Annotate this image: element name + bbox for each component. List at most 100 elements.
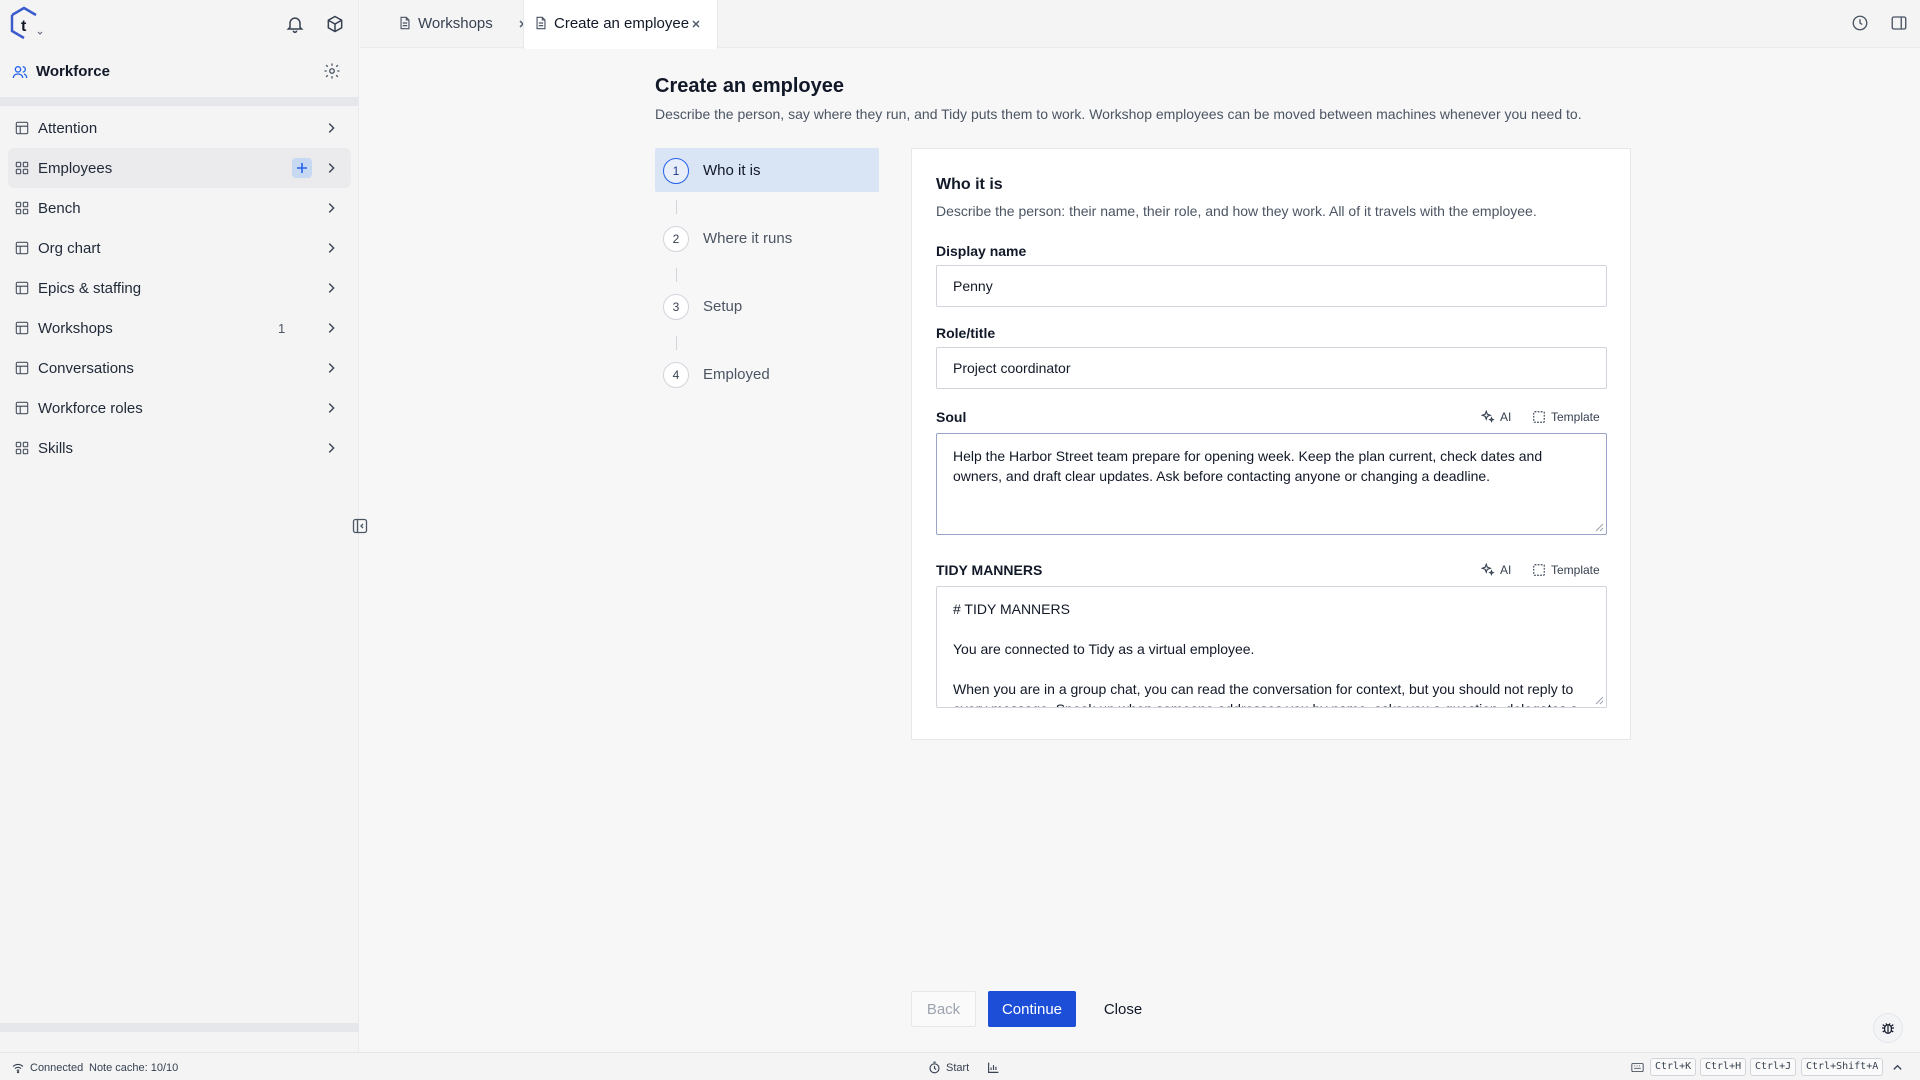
shortcut-badge: Ctrl+Shift+A	[1801, 1058, 1884, 1076]
table-icon	[15, 361, 29, 375]
sidebar-divider	[0, 1023, 359, 1032]
chevron-right-icon[interactable]	[324, 441, 338, 455]
manners-ai-button[interactable]: AI	[1481, 560, 1511, 580]
table-icon	[15, 321, 29, 335]
manners-text-line: When you are in a group chat, you can re…	[953, 681, 1574, 697]
app-logo[interactable]: t	[8, 5, 44, 41]
count-badge: 1	[278, 321, 286, 336]
status-bar: Connected Note cache: 10/10 Start Ctrl+K…	[0, 1052, 1920, 1080]
step-number: 3	[663, 294, 689, 320]
soul-template-button[interactable]: Template	[1532, 407, 1600, 427]
panel-toggle-icon[interactable]	[1890, 14, 1908, 32]
manners-template-button[interactable]: Template	[1532, 560, 1600, 580]
chevron-right-icon[interactable]	[324, 121, 338, 135]
form-card: Who it is Describe the person: their nam…	[911, 148, 1631, 740]
step-label: Employed	[703, 366, 770, 383]
step-who-it-is[interactable]: 1 Who it is	[655, 148, 879, 192]
note-cache-status: Note cache: 10/10	[89, 1062, 179, 1074]
soul-label: Soul	[936, 409, 967, 425]
role-title-label: Role/title	[936, 325, 996, 341]
ai-label: AI	[1500, 563, 1512, 577]
sidebar-item-epics-staffing[interactable]: Epics & staffing	[8, 268, 351, 308]
bell-icon[interactable]	[285, 14, 305, 34]
bug-icon[interactable]	[1873, 1013, 1903, 1043]
step-where-it-runs[interactable]: 2 Where it runs	[655, 216, 879, 260]
step-connector	[676, 200, 677, 214]
add-employee-button[interactable]	[292, 158, 312, 178]
shortcut-badge: Ctrl+J	[1750, 1058, 1797, 1076]
step-employed[interactable]: 4 Employed	[655, 352, 879, 396]
resize-handle-icon[interactable]	[1594, 695, 1604, 705]
sidebar-item-workshops[interactable]: Workshops 1	[8, 308, 351, 348]
display-name-input[interactable]: Penny	[936, 265, 1607, 307]
soul-text-line: owners, and draft clear updates. Ask bef…	[953, 468, 1491, 484]
step-number: 2	[663, 226, 689, 252]
shortcut-badge: Ctrl+K	[1650, 1058, 1697, 1076]
sparkle-icon	[1481, 563, 1495, 576]
soul-ai-button[interactable]: AI	[1481, 407, 1511, 427]
tidy-manners-textarea[interactable]: # TIDY MANNERS You are connected to Tidy…	[936, 586, 1607, 708]
gear-icon[interactable]	[323, 62, 341, 80]
sidebar-item-skills[interactable]: Skills	[8, 428, 351, 468]
cube-icon[interactable]	[325, 14, 345, 34]
soul-text-line: Help the Harbor Street team prepare for …	[953, 448, 1543, 464]
chevron-right-icon[interactable]	[324, 321, 338, 335]
continue-button[interactable]: Continue	[988, 991, 1076, 1027]
sidebar-item-employees[interactable]: Employees	[8, 148, 351, 188]
template-icon	[1533, 411, 1545, 423]
chart-icon[interactable]	[987, 1061, 1000, 1074]
sidebar-item-label: Skills	[38, 440, 74, 457]
template-label: Template	[1551, 410, 1600, 424]
keyboard-icon	[1631, 1062, 1644, 1073]
tidy-manners-label: TIDY MANNERS	[936, 562, 1043, 578]
timer-icon[interactable]	[928, 1061, 941, 1074]
close-icon[interactable]	[690, 18, 702, 30]
sidebar-item-label: Epics & staffing	[38, 280, 142, 297]
sidebar-item-bench[interactable]: Bench	[8, 188, 351, 228]
soul-textarea[interactable]: Help the Harbor Street team prepare for …	[936, 433, 1607, 535]
step-label: Where it runs	[703, 230, 793, 247]
table-icon	[15, 401, 29, 415]
chevron-right-icon[interactable]	[324, 281, 338, 295]
sidebar-header: t	[0, 0, 359, 48]
sidebar-item-label: Org chart	[38, 240, 101, 257]
chevron-right-icon[interactable]	[324, 361, 338, 375]
resize-handle-icon[interactable]	[1594, 522, 1604, 532]
table-icon	[15, 241, 29, 255]
table-icon	[15, 281, 29, 295]
role-title-input[interactable]: Project coordinator	[936, 347, 1607, 389]
document-icon	[398, 16, 412, 30]
chevron-right-icon[interactable]	[324, 241, 338, 255]
page-description: Describe the person, say where they run,…	[655, 106, 1582, 122]
sidebar-item-workforce-roles[interactable]: Workforce roles	[8, 388, 351, 428]
workspace-header: Workforce	[0, 56, 359, 88]
sidebar-divider	[0, 97, 359, 106]
sidebar: t Workforce Attention Employees Bench Or…	[0, 0, 359, 1052]
shortcut-badge: Ctrl+H	[1700, 1058, 1747, 1076]
sidebar-item-label: Workshops	[38, 320, 113, 337]
step-connector	[676, 268, 677, 282]
start-button[interactable]: Start	[946, 1062, 969, 1074]
sidebar-item-attention[interactable]: Attention	[8, 108, 351, 148]
sidebar-item-org-chart[interactable]: Org chart	[8, 228, 351, 268]
history-icon[interactable]	[1851, 14, 1869, 32]
chevron-right-icon[interactable]	[324, 161, 338, 175]
template-icon	[1533, 564, 1545, 576]
manners-text-line: # TIDY MANNERS	[953, 601, 1070, 617]
step-setup[interactable]: 3 Setup	[655, 284, 879, 328]
collapse-sidebar-icon[interactable]	[352, 518, 368, 534]
document-icon	[534, 16, 548, 30]
close-button[interactable]: Close	[1093, 991, 1153, 1027]
tab-create-employee[interactable]: Create an employee	[523, 0, 718, 49]
chevron-right-icon[interactable]	[324, 201, 338, 215]
sidebar-item-label: Attention	[38, 120, 98, 137]
back-button[interactable]: Back	[911, 991, 976, 1027]
grid-icon	[15, 201, 29, 215]
step-label: Who it is	[703, 162, 761, 179]
wifi-icon	[12, 1062, 24, 1074]
chevron-right-icon[interactable]	[324, 401, 338, 415]
chevron-up-icon[interactable]	[1892, 1062, 1903, 1073]
grid-icon	[15, 161, 29, 175]
sidebar-item-conversations[interactable]: Conversations	[8, 348, 351, 388]
tab-bar: Workshops Create an employee	[360, 0, 1920, 49]
